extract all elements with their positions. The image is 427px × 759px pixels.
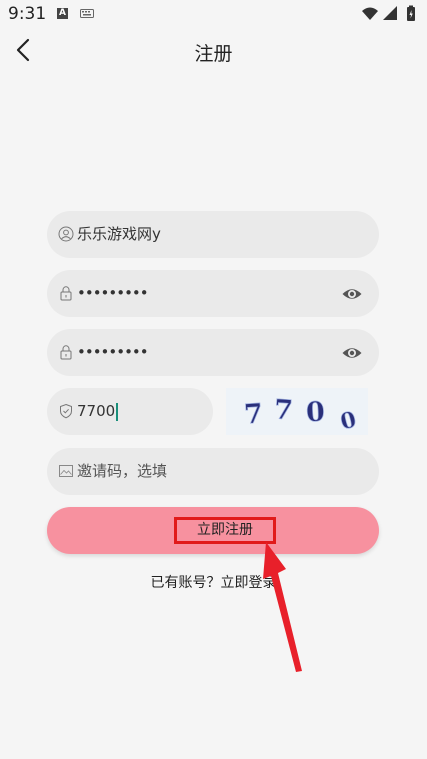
eye-icon[interactable] (341, 283, 363, 305)
captcha-digit-1: 7 (243, 398, 264, 430)
username-field[interactable]: 乐乐游戏网y (47, 211, 379, 258)
captcha-image[interactable]: 7 7 0 0 (226, 388, 368, 436)
status-bar: 9:31 A (0, 0, 427, 28)
image-icon (59, 465, 73, 477)
text-cursor (116, 402, 119, 421)
invite-code-placeholder: 邀请码，选填 (77, 462, 168, 480)
confirm-password-value: ••••••••• (77, 343, 149, 361)
password-value: ••••••••• (77, 284, 149, 302)
username-value: 乐乐游戏网y (77, 225, 161, 243)
notification-a-icon: A (57, 8, 68, 19)
lock-icon (60, 345, 72, 360)
invite-code-field[interactable]: 邀请码，选填 (47, 448, 379, 495)
signal-icon (383, 6, 397, 20)
confirm-password-field[interactable]: ••••••••• (47, 329, 379, 376)
captcha-glyphs: 7 7 0 0 (243, 394, 360, 436)
status-time: 9:31 (8, 4, 47, 24)
captcha-digit-2: 7 (273, 394, 294, 426)
annotation-arrow-icon (263, 542, 302, 672)
register-screen: 9:31 A 注册 乐乐游戏网y ••••••••• ••••••••• 770… (0, 0, 427, 759)
keyboard-icon (80, 9, 94, 18)
captcha-digit-4: 0 (338, 407, 359, 435)
register-button[interactable]: 立即注册 (47, 507, 379, 554)
page-title: 注册 (194, 43, 233, 65)
password-field[interactable]: ••••••••• (47, 270, 379, 317)
lock-icon (60, 286, 72, 301)
captcha-input-field[interactable]: 7700 (47, 388, 213, 435)
user-icon (58, 226, 74, 242)
login-link[interactable]: 已有账号？立即登录 (0, 572, 427, 592)
status-indicators (362, 5, 415, 21)
wifi-icon (362, 7, 378, 20)
eye-icon[interactable] (341, 342, 363, 364)
captcha-input-value: 7700 (77, 402, 116, 420)
shield-icon (60, 403, 72, 419)
captcha-digit-3: 0 (305, 397, 325, 429)
